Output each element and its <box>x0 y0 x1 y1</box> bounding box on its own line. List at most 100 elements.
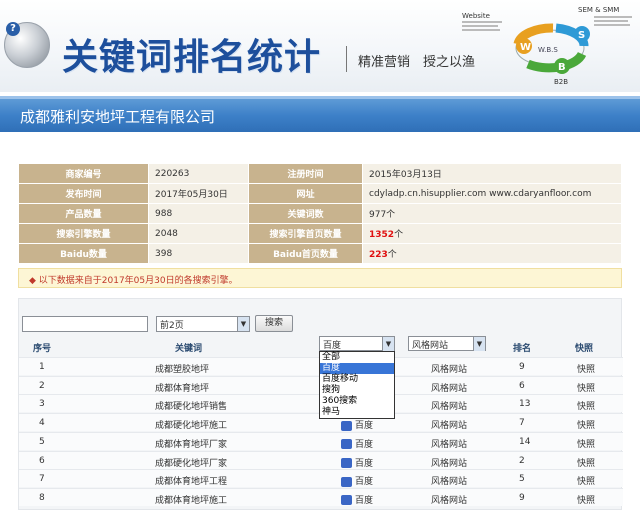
snapshot-link[interactable]: 快照 <box>577 474 595 487</box>
info-value: 988 <box>148 203 249 224</box>
engine-select[interactable]: 百度 ▼ <box>319 336 395 351</box>
info-row: 产品数量 988 关键词数 977个 <box>18 203 622 224</box>
chevron-down-icon: ▼ <box>382 337 394 351</box>
header-banner: ? 关键词排名统计 精准营销 授之以渔 W S B W.B.S Website … <box>0 0 640 92</box>
engine-name: 百度 <box>355 458 374 469</box>
keyword-cell: 成都硬化地坪销售 <box>155 402 228 413</box>
baidu-paw-icon <box>341 476 352 487</box>
baidu-paw-icon <box>341 495 352 506</box>
keyword-cell: 成都体育地坪 <box>155 383 210 394</box>
company-name: 成都雅利安地坪工程有限公司 <box>20 108 216 126</box>
snapshot-link[interactable]: 快照 <box>577 493 595 506</box>
wbs-b2b-label: B2B <box>554 78 568 86</box>
engine-cell: 百度 <box>341 418 373 431</box>
table-row: 7 成都体育地坪工程 百度 风格网站 5 快照 <box>19 469 623 488</box>
wbs-s-label: S <box>578 30 585 41</box>
info-label: 商家编号 <box>18 163 149 184</box>
engine-option[interactable]: 百度移动 <box>320 374 394 385</box>
info-label: 发布时间 <box>18 183 149 204</box>
chevron-down-icon: ▼ <box>473 337 485 351</box>
rank-cell: 13 <box>519 399 531 410</box>
page-title: 关键词排名统计 <box>62 37 322 78</box>
keyword-cell: 成都硬化地坪施工 <box>155 421 228 432</box>
site-cell: 风格网站 <box>431 402 468 413</box>
info-value: 2048 <box>148 223 249 244</box>
info-row: Baidu数量 398 Baidu首页数量 223个 <box>18 243 622 264</box>
info-label: 关键词数 <box>248 203 363 224</box>
col-header-rank: 排名 <box>513 344 532 354</box>
rank-cell: 2 <box>519 455 525 466</box>
info-value: 2017年05月30日 <box>148 183 249 204</box>
question-mark-icon: ? <box>6 22 20 36</box>
col-header-index: 序号 <box>33 344 52 354</box>
engine-name: 百度 <box>355 495 374 506</box>
info-label: Baidu首页数量 <box>248 243 363 264</box>
unit-label: 个 <box>394 230 404 240</box>
page-range-value: 前2页 <box>160 321 184 331</box>
rank-cell: 9 <box>519 362 525 372</box>
site-cell: 风格网站 <box>431 495 468 506</box>
keyword-search-input[interactable] <box>22 316 148 332</box>
search-button[interactable]: 搜索 <box>255 315 293 332</box>
engine-option-selected[interactable]: 百度 <box>320 363 394 374</box>
rank-cell: 5 <box>519 474 525 485</box>
keyword-cell: 成都体育地坪工程 <box>155 477 228 488</box>
info-label: 搜索引擎数量 <box>18 223 149 244</box>
keyword-cell: 成都硬化地坪厂家 <box>155 458 228 469</box>
site-cell: 风格网站 <box>431 439 468 450</box>
col-header-keyword: 关键词 <box>175 344 203 354</box>
info-value: 1352个 <box>362 223 622 244</box>
page-range-select[interactable]: 前2页 ▼ <box>156 316 250 332</box>
site-cell: 风格网站 <box>431 458 468 469</box>
snapshot-link[interactable]: 快照 <box>577 437 595 450</box>
keyword-cell: 成都体育地坪施工 <box>155 495 228 506</box>
info-value: 398 <box>148 243 249 264</box>
engine-select-value: 百度 <box>323 341 342 351</box>
website-link[interactable]: cdyladp.cn.hisupplier.com www.cdaryanflo… <box>362 183 622 204</box>
site-select-value: 风格网站 <box>412 341 449 351</box>
engine-name: 百度 <box>355 439 374 450</box>
info-value: 220263 <box>148 163 249 184</box>
info-label: 产品数量 <box>18 203 149 224</box>
info-row: 发布时间 2017年05月30日 网址 cdyladp.cn.hisupplie… <box>18 183 622 204</box>
engine-option[interactable]: 全部 <box>320 352 394 363</box>
snapshot-link[interactable]: 快照 <box>577 418 595 431</box>
index-cell: 3 <box>39 399 45 410</box>
engine-name: 百度 <box>355 477 374 488</box>
chevron-down-icon: ▼ <box>237 317 249 331</box>
engine-option[interactable]: 360搜索 <box>320 396 394 407</box>
engine-dropdown-list: 全部 百度 百度移动 搜狗 360搜索 神马 <box>319 351 395 419</box>
snapshot-link[interactable]: 快照 <box>577 456 595 469</box>
data-date-notice: ◆ 以下数据来自于2017年05月30日的各搜索引擎。 <box>18 268 622 288</box>
snapshot-link[interactable]: 快照 <box>577 399 595 412</box>
keyword-cell: 成都塑胶地坪 <box>155 365 210 375</box>
info-row: 商家编号 220263 注册时间 2015年03月13日 <box>18 163 622 184</box>
engine-cell: 百度 <box>341 474 373 487</box>
merchant-info-table: 商家编号 220263 注册时间 2015年03月13日 发布时间 2017年0… <box>18 163 622 264</box>
info-row: 搜索引擎数量 2048 搜索引擎首页数量 1352个 <box>18 223 622 244</box>
site-select[interactable]: 风格网站 ▼ <box>408 336 486 351</box>
engine-option[interactable]: 神马 <box>320 407 394 418</box>
baidu-paw-icon <box>341 420 352 431</box>
index-cell: 8 <box>39 492 45 503</box>
site-cell: 风格网站 <box>431 477 468 488</box>
rank-cell: 7 <box>519 418 525 429</box>
baidu-paw-icon <box>341 458 352 468</box>
table-row: 6 成都硬化地坪厂家 百度 风格网站 2 快照 <box>19 450 623 469</box>
engine-cell: 百度 <box>341 437 373 450</box>
wbs-website-label: Website <box>462 12 490 20</box>
index-cell: 2 <box>39 380 45 391</box>
snapshot-link[interactable]: 快照 <box>577 362 595 375</box>
index-cell: 7 <box>39 474 45 485</box>
engine-cell: 百度 <box>341 493 373 506</box>
index-cell: 6 <box>39 455 45 466</box>
info-label: 搜索引擎首页数量 <box>248 223 363 244</box>
engine-option[interactable]: 搜狗 <box>320 385 394 396</box>
title-divider <box>346 46 347 72</box>
info-label: 注册时间 <box>248 163 363 184</box>
site-cell: 风格网站 <box>431 421 468 432</box>
wbs-sem-label: SEM & SMM <box>578 6 619 14</box>
snapshot-link[interactable]: 快照 <box>577 381 595 394</box>
rank-cell: 6 <box>519 380 525 391</box>
info-value: 223个 <box>362 243 622 264</box>
